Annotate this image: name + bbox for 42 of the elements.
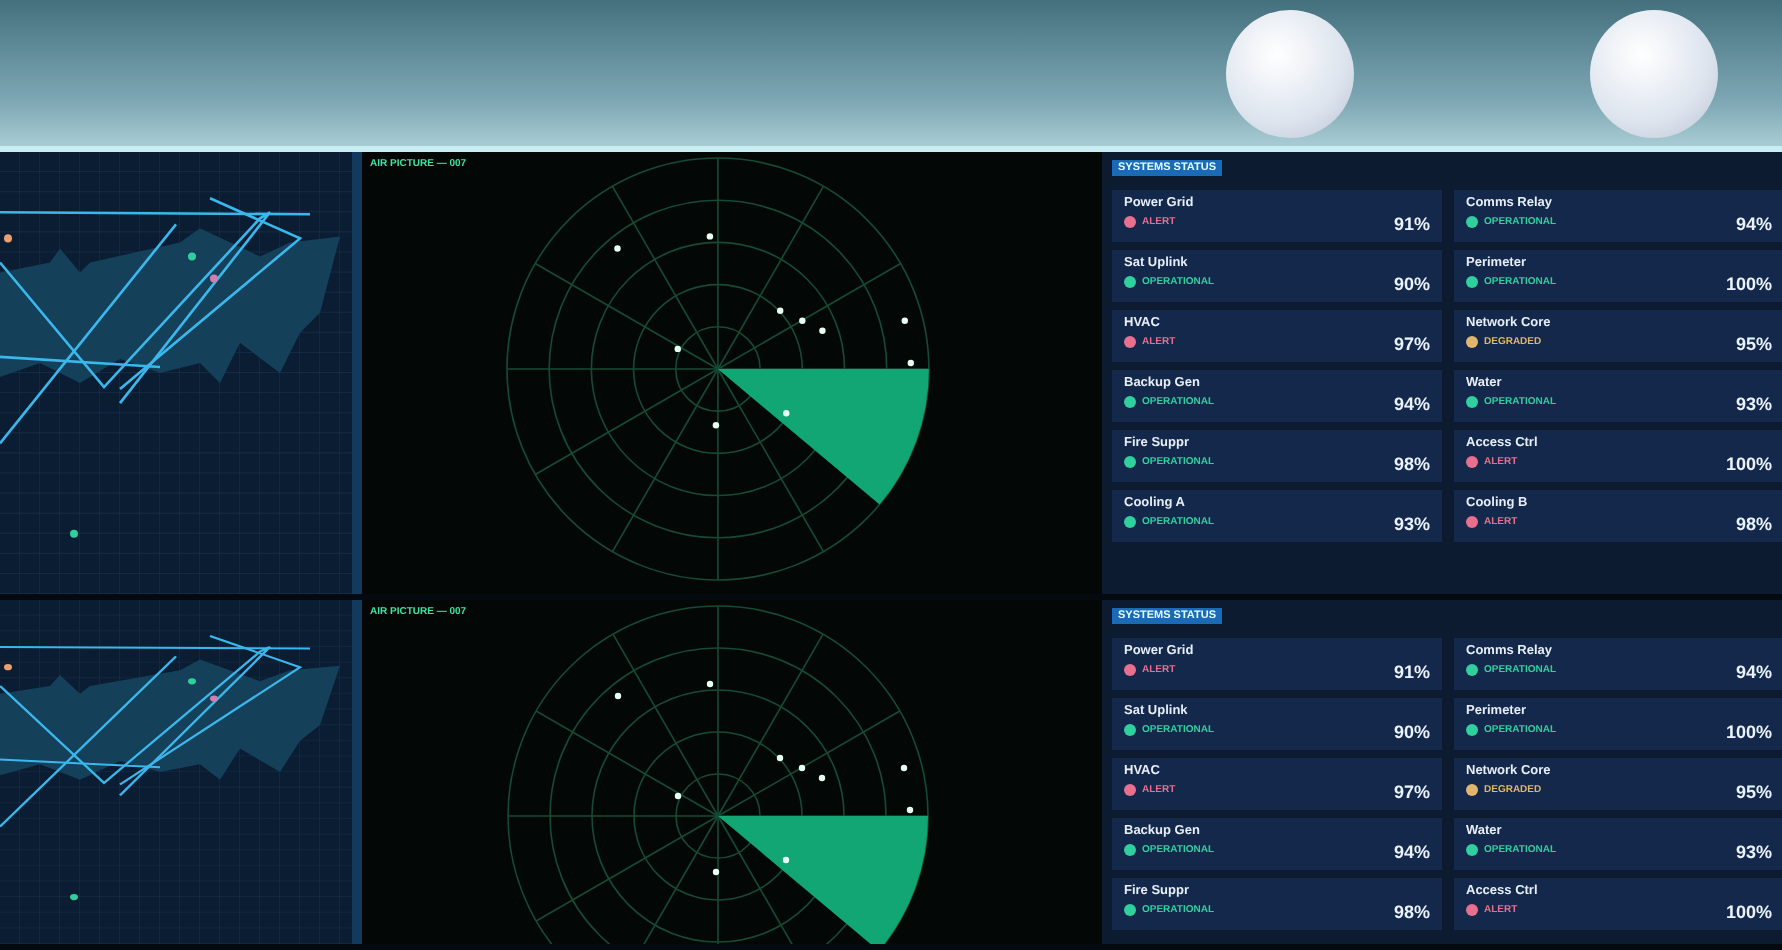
radar-blip xyxy=(614,692,622,700)
radar-blip xyxy=(674,792,682,800)
system-reading: 94% xyxy=(1393,842,1430,864)
radar-blip xyxy=(776,754,784,762)
system-reading: 94% xyxy=(1393,394,1430,416)
system-reading: 90% xyxy=(1393,722,1430,744)
system-reading: 100% xyxy=(1725,722,1772,744)
system-reading: 93% xyxy=(1393,514,1430,536)
radar-blip xyxy=(706,233,714,240)
radar-blip xyxy=(614,245,621,252)
system-reading: 100% xyxy=(1725,454,1772,476)
system-reading: 91% xyxy=(1393,214,1430,236)
system-reading: 90% xyxy=(1393,274,1430,296)
system-reading: 93% xyxy=(1735,394,1772,416)
radar-blip xyxy=(907,359,914,367)
radar-blip xyxy=(674,345,681,353)
radar-blip xyxy=(782,856,790,864)
radar-blip xyxy=(783,409,790,417)
system-reading: 100% xyxy=(1725,274,1772,296)
radar-blip xyxy=(901,317,908,324)
radar-blip xyxy=(818,774,826,782)
radar-blip xyxy=(900,764,908,772)
radar-blip xyxy=(706,680,714,688)
system-reading: 98% xyxy=(1393,902,1430,924)
system-reading: 95% xyxy=(1735,334,1772,356)
system-reading: 94% xyxy=(1735,662,1772,684)
radar-blip xyxy=(777,307,784,314)
radar-blip xyxy=(712,422,720,429)
system-reading: 98% xyxy=(1735,514,1772,536)
system-reading: 94% xyxy=(1735,214,1772,236)
radar-blip xyxy=(906,806,914,814)
system-reading: 97% xyxy=(1393,334,1430,356)
system-reading: 91% xyxy=(1393,662,1430,684)
system-reading: 93% xyxy=(1735,842,1772,864)
system-reading: 95% xyxy=(1735,782,1772,804)
system-reading: 97% xyxy=(1393,782,1430,804)
system-reading: 100% xyxy=(1725,902,1772,924)
radar-blip xyxy=(819,327,826,334)
system-reading: 98% xyxy=(1393,454,1430,476)
radar-blip xyxy=(712,868,720,876)
radar-blip xyxy=(798,764,806,772)
radar-blip xyxy=(799,317,806,324)
